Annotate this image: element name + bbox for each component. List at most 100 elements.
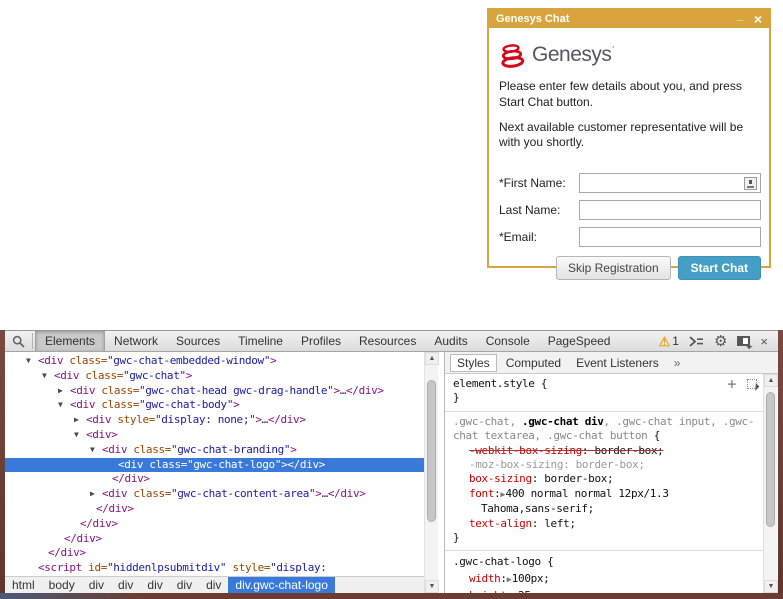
email-label: *Email: xyxy=(499,230,579,244)
scroll-down-icon[interactable]: ▼ xyxy=(425,580,439,593)
styles-tab-computed[interactable]: Computed xyxy=(500,355,567,371)
genesys-logo: Genesys· xyxy=(499,41,761,69)
tree-row[interactable]: ▼<div class="gwc-chat-branding"> xyxy=(5,443,424,458)
collapse-icon[interactable]: ▼ xyxy=(90,443,95,458)
minimize-icon[interactable]: _ xyxy=(737,10,743,22)
style-row[interactable]: .gwc-chat-logo { xyxy=(445,554,763,571)
style-row[interactable]: } xyxy=(445,531,763,545)
breadcrumb-item[interactable]: div xyxy=(82,577,111,593)
autofill-icon[interactable] xyxy=(744,177,757,190)
breadcrumb-item[interactable]: body xyxy=(42,577,82,593)
style-row[interactable]: text-align: left; xyxy=(445,517,763,531)
style-row[interactable]: font:▶400 normal normal 12px/1.3 xyxy=(445,487,763,502)
style-row[interactable]: } xyxy=(445,391,763,405)
tree-row[interactable]: ▼<div class="gwc-chat-body"> xyxy=(5,398,424,413)
tree-row[interactable]: ▼<div class="gwc-chat"> xyxy=(5,369,424,384)
start-chat-button[interactable]: Start Chat xyxy=(678,256,761,280)
styles-content: element.style {+} .gwc-chat, .gwc-chat di… xyxy=(445,374,763,593)
toolbar-separator xyxy=(32,333,33,349)
email-input[interactable] xyxy=(579,227,761,247)
close-icon[interactable]: × xyxy=(754,12,762,26)
chat-widget-title: Genesys Chat xyxy=(496,13,737,25)
collapse-icon[interactable]: ▼ xyxy=(58,398,63,413)
tab-resources[interactable]: Resources xyxy=(350,331,425,351)
collapse-icon[interactable]: ▼ xyxy=(74,428,79,443)
style-rule-section: .gwc-chat-logo {width:▶100px;height:▶25p… xyxy=(445,551,763,593)
settings-gear-icon[interactable]: ⚙ xyxy=(714,334,727,349)
collapse-icon[interactable]: ▼ xyxy=(26,354,31,369)
style-row[interactable]: chat textarea, .gwc-chat button { xyxy=(445,429,763,443)
tree-row[interactable]: ▶<div class="gwc-chat-content-area">…</d… xyxy=(5,487,424,502)
style-row[interactable]: width:▶100px; xyxy=(445,571,763,589)
tab-timeline[interactable]: Timeline xyxy=(229,331,292,351)
tree-row[interactable]: </div> xyxy=(5,546,424,561)
expand-icon[interactable]: ▶ xyxy=(74,413,79,428)
style-row[interactable]: box-sizing: border-box; xyxy=(445,472,763,486)
window-frame-bottom xyxy=(0,593,783,599)
warning-count: 1 xyxy=(672,334,679,348)
breadcrumb-item[interactable]: div xyxy=(140,577,169,593)
first-name-input[interactable] xyxy=(579,173,761,193)
style-row[interactable]: .gwc-chat, .gwc-chat div, .gwc-chat inpu… xyxy=(445,415,763,429)
style-row[interactable]: Tahoma,sans-serif; xyxy=(445,502,763,516)
style-rule-section: element.style {+} xyxy=(445,374,763,412)
form-field-row: *First Name: xyxy=(499,173,761,193)
tree-row[interactable]: ▼<div> xyxy=(5,428,424,443)
add-style-rule-icon[interactable]: + xyxy=(727,378,736,390)
tree-row[interactable]: </div> xyxy=(5,517,424,532)
dock-side-icon[interactable] xyxy=(737,336,750,346)
scrollbar-thumb[interactable] xyxy=(427,380,436,522)
tree-row[interactable]: <div class="gwc-chat-logo"></div> xyxy=(5,458,424,473)
styles-tab-event-listeners[interactable]: Event Listeners xyxy=(570,355,665,371)
breadcrumb-item[interactable]: html xyxy=(5,577,42,593)
first-name-label: *First Name: xyxy=(499,176,579,190)
form-field-row: Last Name: xyxy=(499,200,761,220)
styles-scrollbar[interactable]: ▲ ▼ xyxy=(763,374,777,593)
scroll-up-icon[interactable]: ▲ xyxy=(425,352,439,365)
console-toggle-icon[interactable] xyxy=(689,336,704,347)
last-name-input[interactable] xyxy=(579,200,761,220)
tree-row[interactable]: </div> xyxy=(5,472,424,487)
tree-row[interactable]: </div> xyxy=(5,532,424,547)
tab-profiles[interactable]: Profiles xyxy=(292,331,350,351)
collapse-icon[interactable]: ▼ xyxy=(42,369,47,384)
genesys-swirl-icon xyxy=(499,42,526,69)
tab-pagespeed[interactable]: PageSpeed xyxy=(539,331,620,351)
elements-tree: ▼<div class="gwc-chat-embedded-window">▼… xyxy=(5,352,424,576)
tree-row[interactable]: ▼<div class="gwc-chat-embedded-window"> xyxy=(5,354,424,369)
breadcrumb-item[interactable]: div xyxy=(199,577,228,593)
style-row[interactable]: -webkit-box-sizing: border-box; xyxy=(445,444,763,458)
tree-row[interactable]: <script id="hiddenlpsubmitdiv" style="di… xyxy=(5,561,424,576)
expand-icon[interactable]: ▶ xyxy=(58,384,63,399)
inspect-element-icon[interactable] xyxy=(747,379,757,389)
warning-counter[interactable]: ⚠ 1 xyxy=(659,334,679,348)
styles-tab-styles[interactable]: Styles xyxy=(450,354,497,372)
tree-row[interactable]: </div> xyxy=(5,502,424,517)
scrollbar-thumb[interactable] xyxy=(766,392,775,527)
tab-sources[interactable]: Sources xyxy=(167,331,229,351)
tabs-overflow-icon[interactable]: » xyxy=(668,355,687,371)
scroll-down-icon[interactable]: ▼ xyxy=(764,580,778,593)
tree-row[interactable]: ▶<div class="gwc-chat-head gwc-drag-hand… xyxy=(5,384,424,399)
search-icon[interactable] xyxy=(5,335,32,348)
tab-network[interactable]: Network xyxy=(105,331,167,351)
tab-console[interactable]: Console xyxy=(477,331,539,351)
tab-elements[interactable]: Elements xyxy=(35,331,105,351)
chat-widget-titlebar[interactable]: Genesys Chat _ × xyxy=(489,10,769,28)
expand-icon[interactable]: ▶ xyxy=(90,487,95,502)
scroll-up-icon[interactable]: ▲ xyxy=(764,374,778,387)
skip-registration-button[interactable]: Skip Registration xyxy=(556,256,671,280)
breadcrumb-item-selected[interactable]: div.gwc-chat-logo xyxy=(228,577,334,593)
style-row[interactable]: -moz-box-sizing: border-box; xyxy=(445,458,763,472)
devtools-panel: ElementsNetworkSourcesTimelineProfilesRe… xyxy=(0,330,783,593)
breadcrumb-item[interactable]: div xyxy=(170,577,199,593)
breadcrumb-item[interactable]: div xyxy=(111,577,140,593)
elements-tree-scrollbar[interactable]: ▲ ▼ xyxy=(424,352,438,593)
style-row[interactable]: element.style {+ xyxy=(445,377,763,391)
tab-audits[interactable]: Audits xyxy=(425,331,476,351)
breadcrumb: htmlbodydivdivdivdivdivdiv.gwc-chat-logo xyxy=(5,576,424,593)
tree-row[interactable]: ▶<div style="display: none;">…</div> xyxy=(5,413,424,428)
devtools-close-icon[interactable]: × xyxy=(760,335,768,348)
genesys-logo-text: Genesys· xyxy=(532,43,615,67)
chat-widget-body: Genesys· Please enter few details about … xyxy=(489,28,769,280)
